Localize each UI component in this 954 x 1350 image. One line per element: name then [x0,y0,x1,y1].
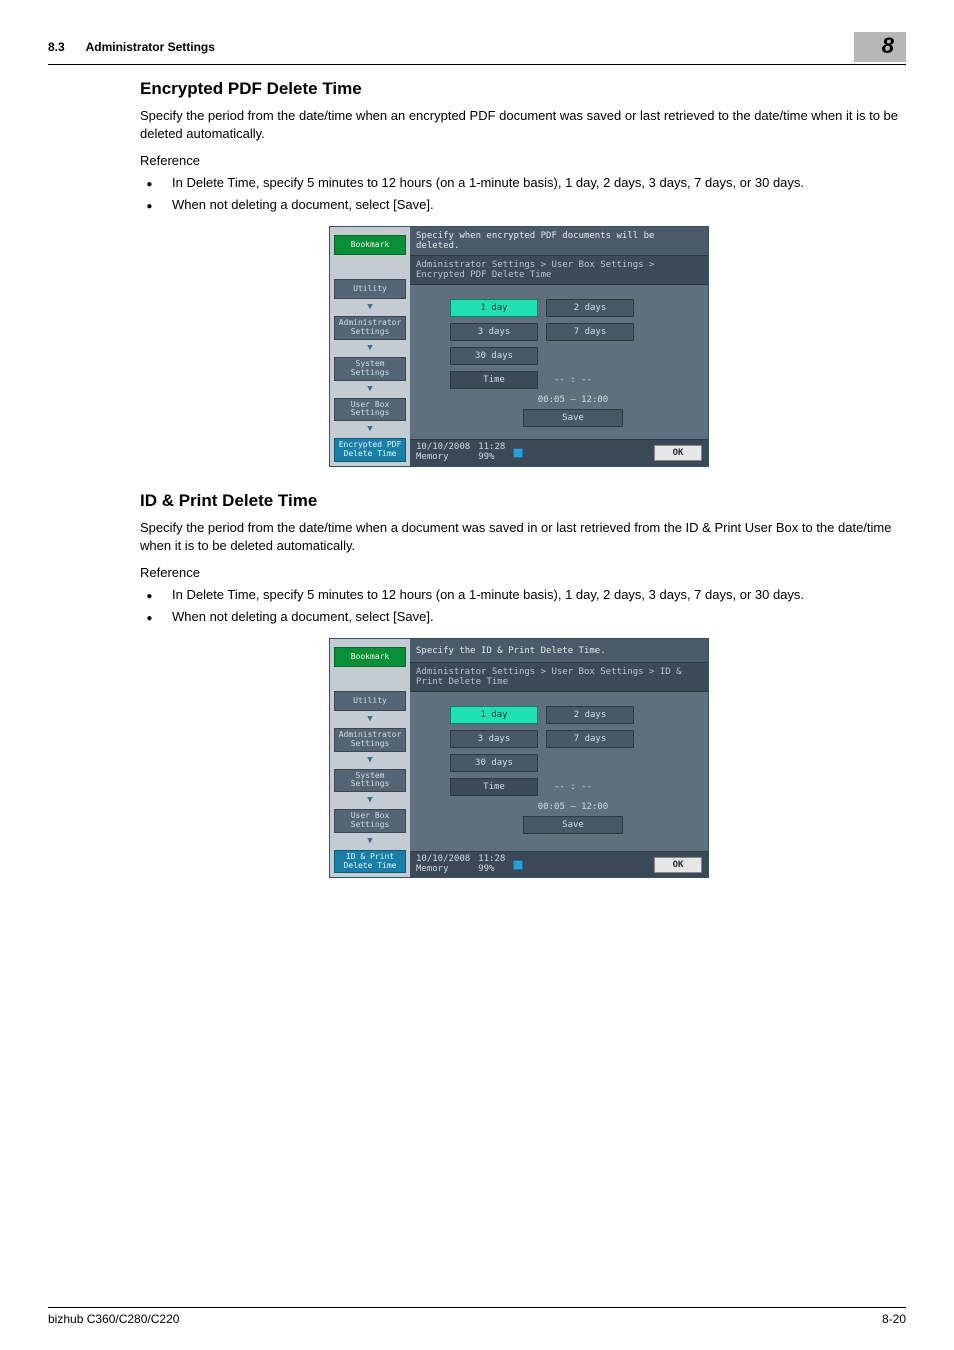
status-memory-label: Memory [416,453,470,463]
panel-content: 1 day 2 days 3 days 7 days 30 days [410,285,708,439]
time-value: -- : -- [546,778,600,796]
sidebar-item-utility[interactable]: Utility [334,691,406,711]
time-button[interactable]: Time [450,371,538,389]
status-bar: 10/10/2008 Memory 11:28 99% OK [410,439,708,466]
breadcrumb: Administrator Settings > User Box Settin… [410,256,708,285]
page: 8.3 Administrator Settings 8 Encrypted P… [0,0,954,1350]
screenshot-2-wrap: Bookmark Utility ▼ Administrator Setting… [140,638,898,878]
reference-item: In Delete Time, specify 5 minutes to 12 … [158,174,898,192]
time-range: 00:05 – 12:00 [450,802,696,812]
option-30days[interactable]: 30 days [450,347,538,365]
status-memory-label: Memory [416,865,470,875]
arrow-down-icon: ▼ [367,344,372,353]
bookmark-button[interactable]: Bookmark [334,647,406,667]
sidebar-item-current[interactable]: ID & Print Delete Time [334,850,406,874]
intro-text: Specify the period from the date/time wh… [140,107,898,143]
ok-button[interactable]: OK [654,445,702,461]
memory-icon [513,860,523,870]
option-7days[interactable]: 7 days [546,323,634,341]
status-memory-val: 99% [478,865,505,875]
screenshot-1-wrap: Bookmark Utility ▼ Administrator Setting… [140,226,898,466]
option-1day[interactable]: 1 day [450,299,538,317]
reference-item: When not deleting a document, select [Sa… [158,608,898,626]
intro-text: Specify the period from the date/time wh… [140,519,898,555]
arrow-down-icon: ▼ [367,425,372,434]
status-memory-val: 99% [478,453,505,463]
header-left: 8.3 Administrator Settings [48,40,854,54]
sidebar-item-system[interactable]: System Settings [334,357,406,381]
option-7days[interactable]: 7 days [546,730,634,748]
chapter-number: 8 [854,32,906,62]
heading-id-print: ID & Print Delete Time [140,491,898,511]
time-button[interactable]: Time [450,778,538,796]
reference-list: In Delete Time, specify 5 minutes to 12 … [140,586,898,626]
screenshot-1: Bookmark Utility ▼ Administrator Setting… [329,226,709,466]
arrow-down-icon: ▼ [367,303,372,312]
sidebar: Bookmark Utility ▼ Administrator Setting… [330,639,410,877]
footer-left: bizhub C360/C280/C220 [48,1312,179,1326]
arrow-down-icon: ▼ [367,715,372,724]
sidebar-item-userbox[interactable]: User Box Settings [334,809,406,833]
screenshot-2: Bookmark Utility ▼ Administrator Setting… [329,638,709,878]
reference-list: In Delete Time, specify 5 minutes to 12 … [140,174,898,214]
save-button[interactable]: Save [523,816,623,834]
section-title: Administrator Settings [86,40,215,54]
sidebar-item-admin[interactable]: Administrator Settings [334,728,406,752]
option-1day[interactable]: 1 day [450,706,538,724]
reference-item: In Delete Time, specify 5 minutes to 12 … [158,586,898,604]
sidebar-item-system[interactable]: System Settings [334,769,406,793]
page-header: 8.3 Administrator Settings 8 [48,32,906,65]
panel-content: 1 day 2 days 3 days 7 days 30 days [410,692,708,851]
option-3days[interactable]: 3 days [450,323,538,341]
arrow-down-icon: ▼ [367,796,372,805]
option-2days[interactable]: 2 days [546,299,634,317]
sidebar: Bookmark Utility ▼ Administrator Setting… [330,227,410,465]
reference-label: Reference [140,565,898,580]
save-button[interactable]: Save [523,409,623,427]
sidebar-item-utility[interactable]: Utility [334,279,406,299]
heading-encrypted-pdf: Encrypted PDF Delete Time [140,79,898,99]
breadcrumb: Administrator Settings > User Box Settin… [410,663,708,692]
option-2days[interactable]: 2 days [546,706,634,724]
section-number: 8.3 [48,40,65,54]
sidebar-item-admin[interactable]: Administrator Settings [334,316,406,340]
sidebar-item-userbox[interactable]: User Box Settings [334,398,406,422]
ok-button[interactable]: OK [654,857,702,873]
time-range: 00:05 – 12:00 [450,395,696,405]
main-panel: Specify the ID & Print Delete Time. Admi… [410,639,708,877]
section-encrypted-pdf: Encrypted PDF Delete Time Specify the pe… [140,79,898,467]
arrow-down-icon: ▼ [367,756,372,765]
sidebar-item-current[interactable]: Encrypted PDF Delete Time [334,438,406,462]
arrow-down-icon: ▼ [367,837,372,846]
option-30days[interactable]: 30 days [450,754,538,772]
main-panel: Specify when encrypted PDF documents wil… [410,227,708,465]
arrow-down-icon: ▼ [367,385,372,394]
reference-item: When not deleting a document, select [Sa… [158,196,898,214]
time-value: -- : -- [546,371,600,389]
footer-right: 8-20 [882,1312,906,1326]
panel-hint: Specify the ID & Print Delete Time. [410,639,708,663]
memory-icon [513,448,523,458]
section-id-print: ID & Print Delete Time Specify the perio… [140,491,898,879]
reference-label: Reference [140,153,898,168]
panel-hint: Specify when encrypted PDF documents wil… [410,227,708,256]
option-3days[interactable]: 3 days [450,730,538,748]
bookmark-button[interactable]: Bookmark [334,235,406,255]
status-bar: 10/10/2008 Memory 11:28 99% OK [410,851,708,878]
page-footer: bizhub C360/C280/C220 8-20 [48,1307,906,1326]
